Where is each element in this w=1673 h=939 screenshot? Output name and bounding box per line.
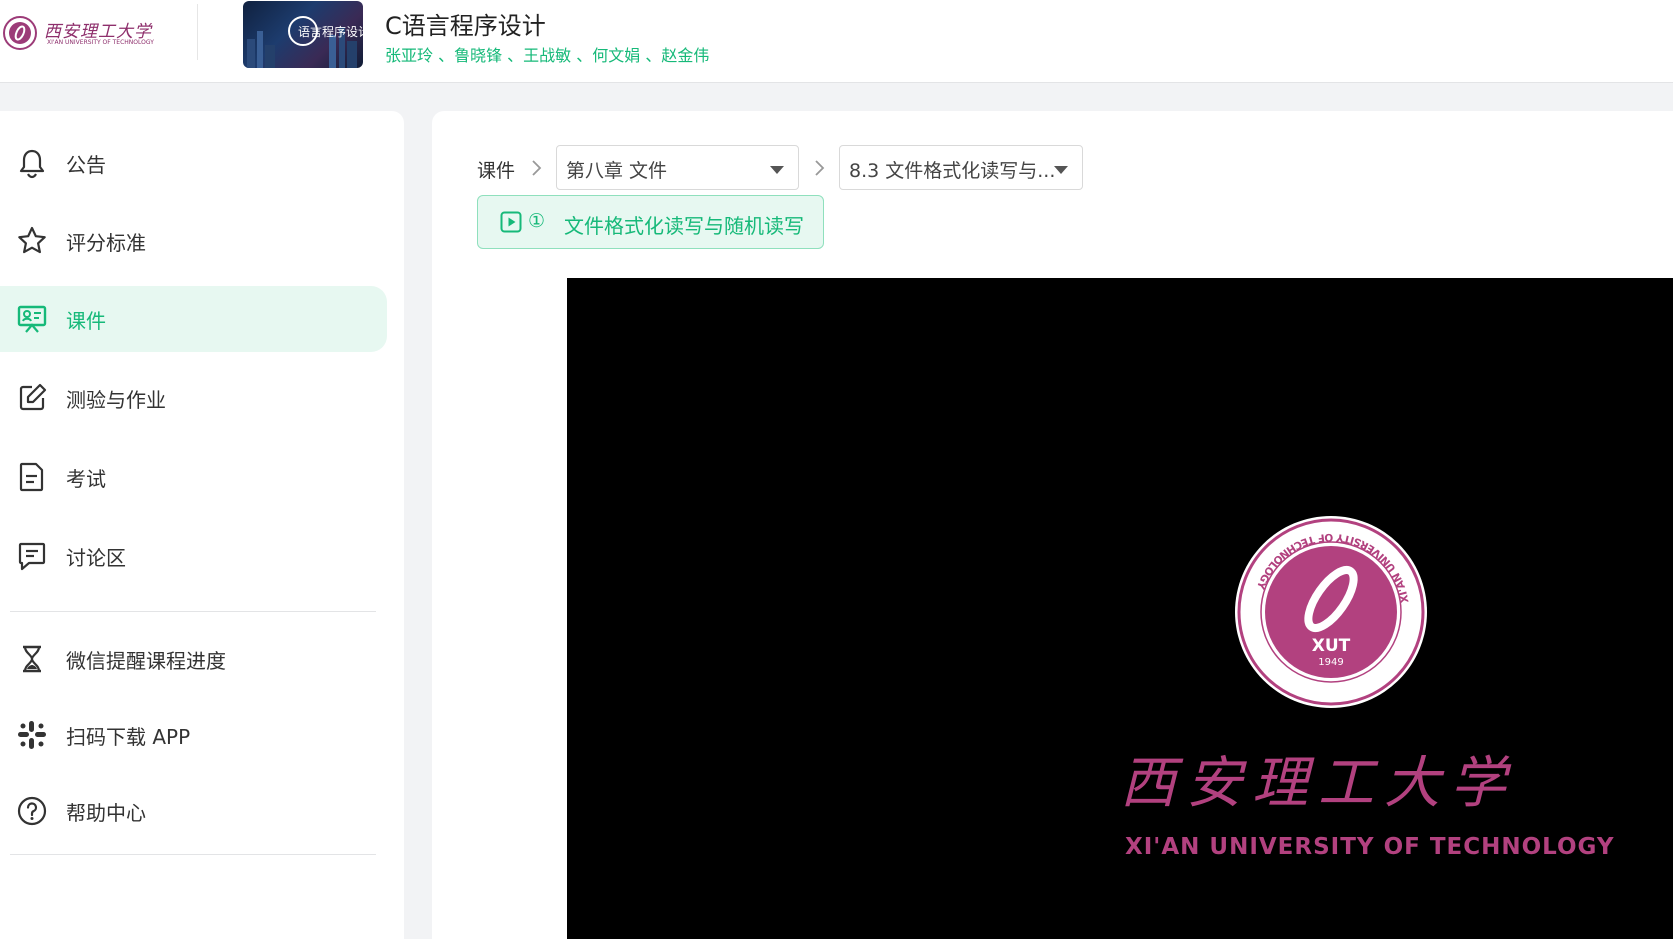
document-icon bbox=[19, 462, 44, 492]
sidebar-item-download-app[interactable]: 扫码下载 APP bbox=[0, 702, 387, 768]
seal-abbr: XUT bbox=[1312, 636, 1351, 656]
section-select[interactable]: 8.3 文件格式化读写与... bbox=[839, 145, 1083, 190]
sidebar: 公告 评分标准 课件 测验与作业 考试 讨论区 微信提醒课程进度 扫码下载 AP… bbox=[0, 111, 404, 939]
sidebar-item-label: 微信提醒课程进度 bbox=[66, 648, 226, 673]
sidebar-item-label: 考试 bbox=[66, 466, 106, 491]
hourglass-icon bbox=[23, 645, 41, 673]
sidebar-item-courseware[interactable]: 课件 bbox=[0, 286, 387, 352]
sidebar-divider bbox=[10, 611, 376, 612]
teacher-list[interactable]: 张亚玲 、鲁晓锋 、王战敏 、何文娟 、赵金伟 bbox=[385, 42, 709, 66]
section-select-value: 8.3 文件格式化读写与... bbox=[849, 160, 1056, 182]
chevron-down-icon bbox=[770, 166, 784, 174]
seal-year: 1949 bbox=[1318, 657, 1343, 668]
sidebar-divider bbox=[10, 854, 376, 855]
bell-icon bbox=[19, 149, 45, 179]
chapter-select-value: 第八章 文件 bbox=[566, 160, 668, 182]
chapter-select[interactable]: 第八章 文件 bbox=[556, 145, 799, 190]
sidebar-item-label: 帮助中心 bbox=[66, 800, 146, 825]
sidebar-item-exam[interactable]: 考试 bbox=[0, 444, 387, 510]
university-logo[interactable]: 西安理工大学 XI'AN UNIVERSITY OF TECHNOLOGY bbox=[2, 13, 154, 53]
sidebar-item-label: 课件 bbox=[66, 308, 106, 333]
lesson-item[interactable]: ① 文件格式化读写与随机读写 bbox=[477, 195, 824, 249]
logo-subtitle-text: XI'AN UNIVERSITY OF TECHNOLOGY bbox=[47, 39, 154, 46]
sidebar-item-wechat-reminder[interactable]: 微信提醒课程进度 bbox=[0, 626, 387, 692]
chevron-right-icon bbox=[532, 160, 542, 176]
cover-text: 语言程序设计 bbox=[298, 25, 363, 39]
edit-icon bbox=[19, 383, 47, 411]
video-player[interactable]: XUT 1949 XI'AN UNIVERSITY OF TECHNOLOGY … bbox=[567, 278, 1673, 939]
sidebar-item-label: 讨论区 bbox=[66, 545, 126, 570]
university-seal-icon: XUT 1949 XI'AN UNIVERSITY OF TECHNOLOGY bbox=[1235, 516, 1427, 708]
sidebar-item-help[interactable]: 帮助中心 bbox=[0, 778, 387, 844]
play-video-icon bbox=[500, 211, 522, 233]
sidebar-item-label: 扫码下载 APP bbox=[66, 724, 191, 749]
apps-icon bbox=[18, 721, 46, 749]
help-icon bbox=[17, 796, 47, 826]
sidebar-item-announcement[interactable]: 公告 bbox=[0, 130, 387, 196]
breadcrumb-root[interactable]: 课件 bbox=[477, 156, 515, 183]
sidebar-item-label: 测验与作业 bbox=[66, 387, 166, 412]
course-cover-image[interactable]: 语言程序设计 bbox=[243, 1, 363, 68]
star-icon bbox=[18, 226, 46, 254]
lesson-number: ① bbox=[528, 210, 546, 232]
presentation-icon bbox=[17, 305, 47, 333]
sidebar-item-label: 评分标准 bbox=[66, 230, 146, 255]
sidebar-item-grading[interactable]: 评分标准 bbox=[0, 208, 387, 274]
lesson-title: 文件格式化读写与随机读写 bbox=[564, 214, 804, 238]
chat-icon bbox=[18, 542, 46, 571]
course-title: C语言程序设计 bbox=[385, 12, 546, 40]
university-name-en: XI'AN UNIVERSITY OF TECHNOLOGY bbox=[1125, 834, 1615, 860]
sidebar-item-discussion[interactable]: 讨论区 bbox=[0, 523, 387, 589]
header-divider bbox=[197, 4, 198, 60]
sidebar-item-label: 公告 bbox=[66, 152, 106, 177]
university-name-cn: 西安理工大学 bbox=[1120, 751, 1516, 816]
chevron-down-icon bbox=[1054, 166, 1068, 174]
top-header: 西安理工大学 XI'AN UNIVERSITY OF TECHNOLOGY 语言… bbox=[0, 0, 1673, 83]
sidebar-item-quiz-homework[interactable]: 测验与作业 bbox=[0, 365, 387, 431]
chevron-right-icon bbox=[815, 160, 825, 176]
